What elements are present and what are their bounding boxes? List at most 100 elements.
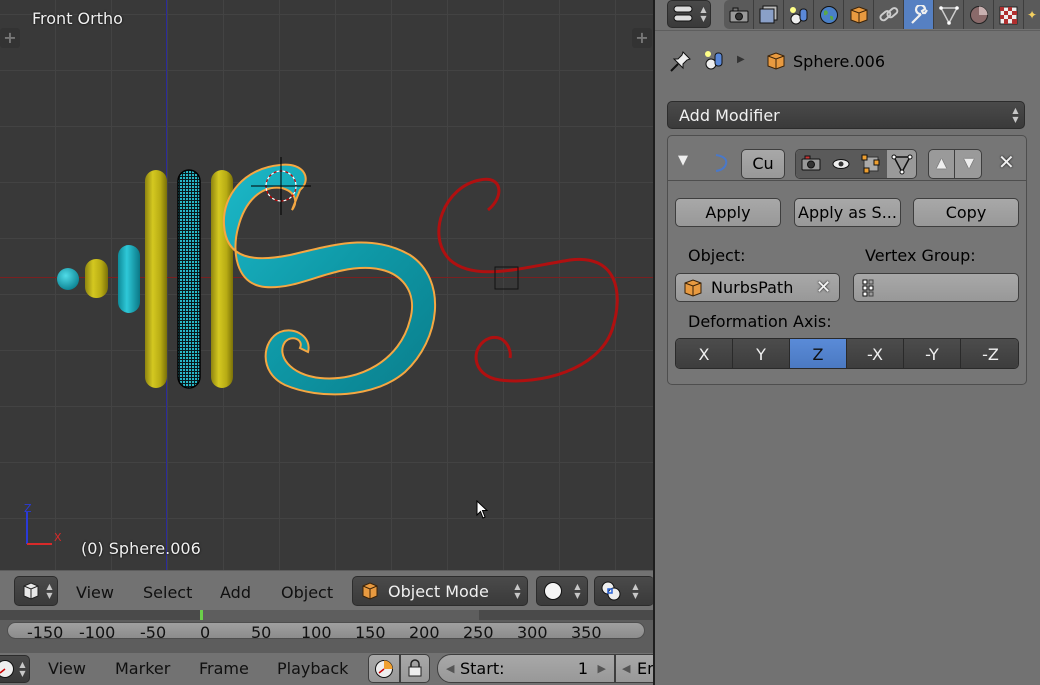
menu-frame[interactable]: Frame: [199, 659, 249, 678]
pin-icon[interactable]: [669, 49, 693, 73]
lock-range-button[interactable]: [400, 654, 430, 683]
mesh-vertices-icon: [891, 154, 913, 175]
vertex-group-icon: [862, 279, 874, 297]
tab-object[interactable]: [844, 0, 874, 29]
move-down-button[interactable]: ▼: [956, 150, 982, 178]
tick-label: 50: [251, 623, 272, 642]
mode-label: Object Mode: [388, 582, 489, 601]
constraint-link-icon: [878, 6, 898, 21]
cube-view-icon: [23, 582, 39, 600]
curve-modifier-icon: [715, 154, 728, 172]
move-buttons: ▲ ▼: [928, 149, 982, 179]
tab-scene[interactable]: [784, 0, 814, 29]
mode-selector[interactable]: Object Mode ▲ ▼: [352, 576, 528, 606]
axis-z-button[interactable]: Z: [790, 339, 847, 368]
editor-type-selector[interactable]: ▲ ▼: [0, 655, 30, 683]
breadcrumb-arrow-icon: ▶: [737, 54, 745, 65]
selected-swirl-object: [222, 163, 437, 396]
collapse-triangle-icon[interactable]: ▼: [678, 153, 688, 168]
tick-label: 250: [463, 623, 494, 642]
pivot-selector[interactable]: ▲ ▼: [594, 576, 654, 606]
render-toggle[interactable]: [796, 150, 826, 178]
updown-arrows-icon: ▲ ▼: [46, 582, 53, 600]
axis-x-button[interactable]: X: [676, 339, 733, 368]
panel-divider: [668, 180, 1026, 181]
gizmo-x-label: X: [54, 531, 62, 544]
axis-neg-x-button[interactable]: -X: [847, 339, 904, 368]
increment-arrow-icon[interactable]: ▶: [598, 655, 606, 682]
up-triangle-icon: ▲: [936, 156, 947, 171]
updown-arrows-icon: ▲ ▼: [700, 5, 707, 23]
tick-label: 0: [200, 623, 211, 642]
preview-range-button[interactable]: [368, 654, 400, 683]
updown-arrows-icon: ▲ ▼: [574, 582, 581, 600]
tab-render-layers[interactable]: [754, 0, 784, 29]
menu-marker[interactable]: Marker: [115, 659, 170, 678]
menu-add[interactable]: Add: [220, 583, 251, 602]
tab-particles[interactable]: ✦: [1024, 0, 1040, 29]
axis-neg-z-button[interactable]: -Z: [961, 339, 1018, 368]
tab-data[interactable]: [934, 0, 964, 29]
toolshelf-expand-button[interactable]: +: [0, 28, 20, 48]
scene-icon: [705, 51, 723, 70]
shading-selector[interactable]: ▲ ▼: [536, 576, 588, 606]
tab-world[interactable]: [814, 0, 844, 29]
tab-texture[interactable]: [994, 0, 1024, 29]
editmode-toggle[interactable]: [856, 150, 887, 178]
pivot-icon: [601, 581, 621, 601]
tab-render[interactable]: [724, 0, 754, 29]
apply-button[interactable]: Apply: [675, 198, 781, 227]
editor-type-selector[interactable]: ▲ ▼: [14, 576, 58, 606]
world-icon: [819, 5, 838, 24]
modifier-visibility-toggles: [795, 149, 917, 179]
timeline-frame-strip[interactable]: [0, 610, 653, 620]
tab-material[interactable]: [964, 0, 994, 29]
remove-modifier-icon[interactable]: ✕: [998, 150, 1015, 174]
menu-view[interactable]: View: [48, 659, 86, 678]
add-modifier-dropdown[interactable]: Add Modifier ▲ ▼: [667, 101, 1025, 129]
decrement-arrow-icon[interactable]: ◀: [622, 655, 630, 682]
wrench-icon: [910, 4, 928, 24]
tick-label: -50: [140, 623, 167, 642]
tick-label: 300: [517, 623, 548, 642]
start-label: Start:: [460, 659, 505, 678]
clear-object-icon[interactable]: ✕: [816, 274, 831, 301]
camera-icon: [801, 155, 821, 171]
end-frame-field[interactable]: ◀ En: [615, 654, 655, 683]
lock-icon: [408, 659, 422, 677]
3d-viewport[interactable]: Front Ortho + + Z X (0) Sphere.006: [0, 0, 653, 570]
apply-as-shape-button[interactable]: Apply as S...: [794, 198, 901, 227]
vertex-group-field[interactable]: [853, 273, 1019, 302]
current-frame-marker[interactable]: [200, 610, 203, 620]
axis-y-button[interactable]: Y: [733, 339, 790, 368]
move-up-button[interactable]: ▲: [929, 150, 955, 178]
properties-expand-button[interactable]: +: [632, 28, 652, 48]
viewport-header: ▲ ▼ View Select Add Object Object Mode ▲ ▼…: [0, 570, 654, 610]
object-field[interactable]: NurbsPath ✕: [675, 273, 840, 302]
tab-modifiers[interactable]: [904, 0, 934, 29]
viewport-toggle[interactable]: [826, 150, 856, 178]
cage-toggle[interactable]: [887, 150, 916, 178]
clock-icon: [0, 660, 14, 678]
modifier-name-field[interactable]: Cu: [741, 149, 785, 179]
tick-label: 350: [571, 623, 602, 642]
start-frame-field[interactable]: ◀ Start: 1 ▶: [437, 654, 615, 683]
object-cube-icon: [684, 279, 702, 297]
copy-button[interactable]: Copy: [913, 198, 1019, 227]
properties-tab-bar: ▲ ▼ ✦: [655, 0, 1040, 31]
checker-texture-icon: [999, 6, 1017, 24]
tick-label: 150: [355, 623, 386, 642]
menu-playback[interactable]: Playback: [277, 659, 348, 678]
editor-type-selector[interactable]: ▲ ▼: [667, 0, 711, 28]
object-cube-icon: [362, 582, 378, 600]
scene-objects[interactable]: [0, 0, 653, 570]
axis-neg-y-button[interactable]: -Y: [904, 339, 961, 368]
timeline[interactable]: -150 -100 -50 0 50 100 150 200 250 300 3…: [0, 610, 653, 654]
yellow-capsule-tall-1: [145, 170, 167, 388]
decrement-arrow-icon[interactable]: ◀: [446, 655, 454, 682]
menu-select[interactable]: Select: [143, 583, 192, 602]
properties-editor-icon: [673, 5, 693, 22]
menu-object[interactable]: Object: [281, 583, 333, 602]
tab-constraints[interactable]: [874, 0, 904, 29]
menu-view[interactable]: View: [76, 583, 114, 602]
